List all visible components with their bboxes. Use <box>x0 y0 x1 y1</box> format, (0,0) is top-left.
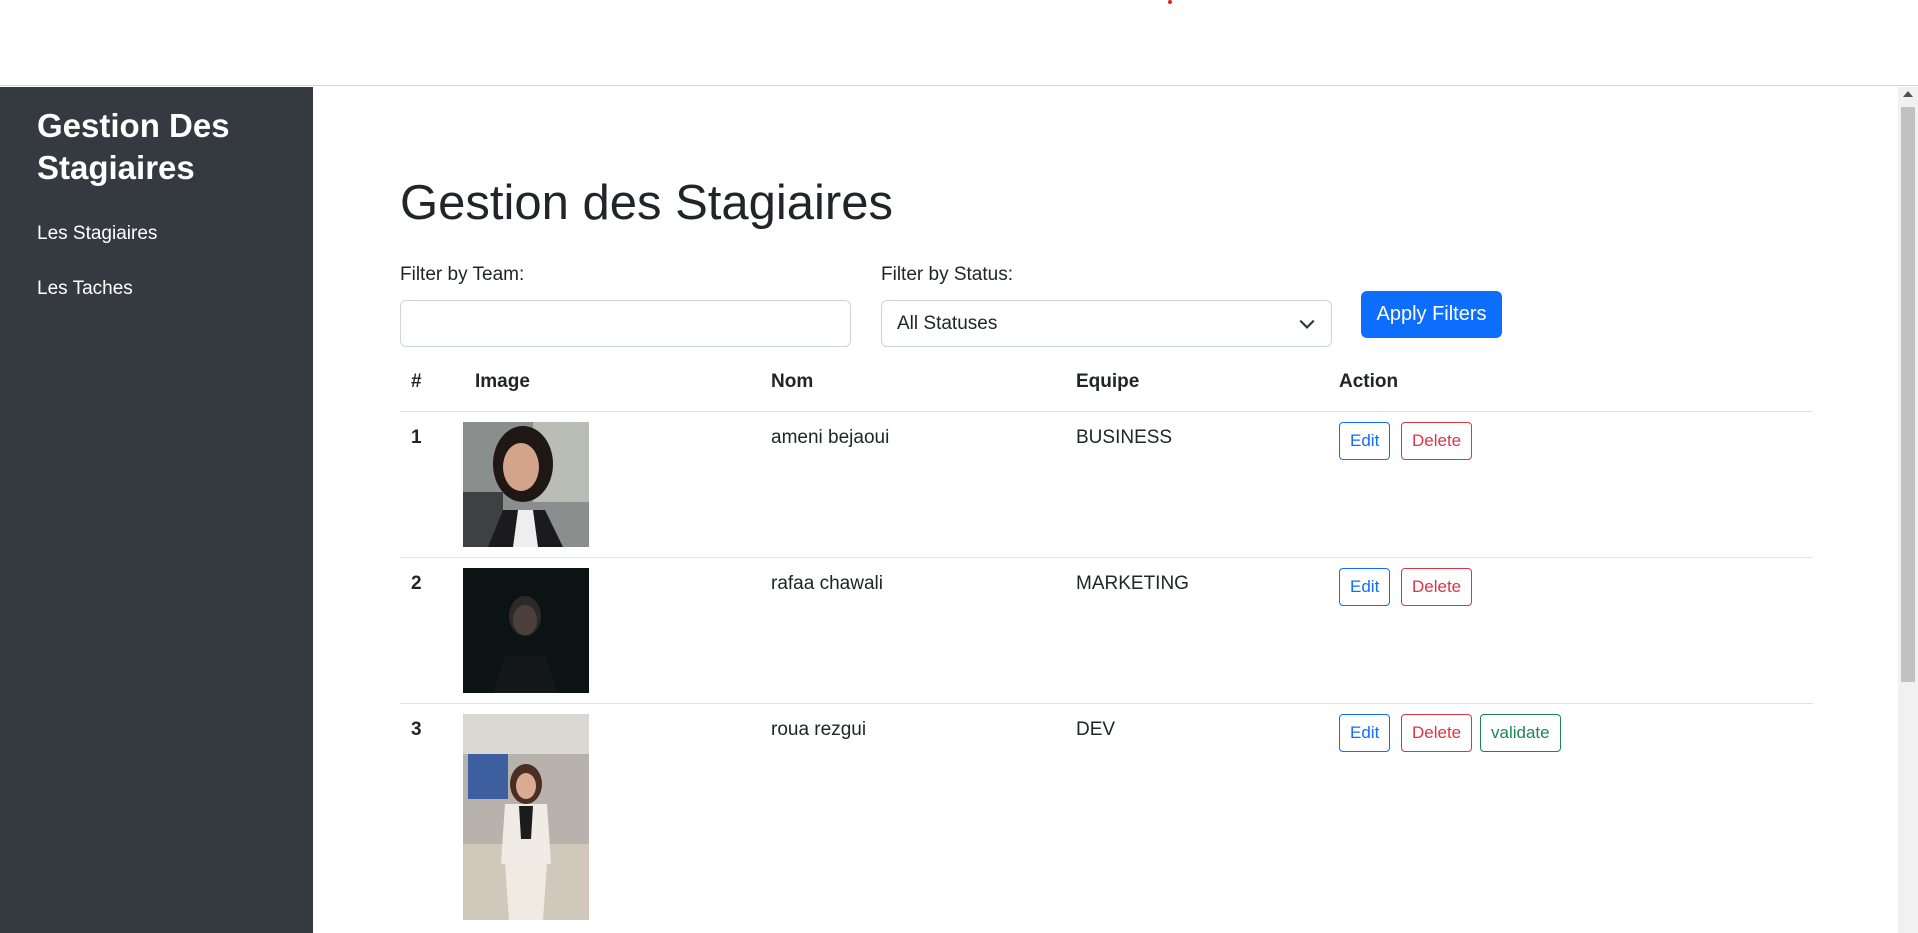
row-number: 3 <box>411 719 422 740</box>
stagiaire-nom: rafaa chawali <box>771 573 883 594</box>
row-number: 2 <box>411 573 422 594</box>
status-filter-select[interactable]: All Statuses <box>881 300 1332 347</box>
header-action: Action <box>1339 371 1399 392</box>
vertical-scrollbar[interactable] <box>1898 87 1918 933</box>
stagiaire-photo <box>463 568 589 693</box>
edit-button[interactable]: Edit <box>1339 422 1391 460</box>
header-equipe: Equipe <box>1076 371 1140 392</box>
header-divider <box>400 411 1813 412</box>
page-title: Gestion des Stagiaires <box>400 176 893 230</box>
delete-button[interactable]: Delete <box>1401 422 1473 460</box>
team-filter-label: Filter by Team: <box>400 264 525 285</box>
status-filter-value: All Statuses <box>897 312 998 334</box>
header-num: # <box>411 371 422 392</box>
stagiaire-equipe: BUSINESS <box>1076 427 1173 448</box>
sidebar-item-stagiaires[interactable]: Les Stagiaires <box>37 223 157 245</box>
stagiaire-photo <box>463 422 589 547</box>
indicator-dot <box>1168 0 1172 4</box>
edit-button[interactable]: Edit <box>1339 568 1391 606</box>
row-divider <box>400 703 1813 704</box>
header-nom: Nom <box>771 371 814 392</box>
chevron-down-icon <box>1299 319 1315 329</box>
validate-button[interactable]: validate <box>1480 714 1561 752</box>
row-divider <box>400 557 1813 558</box>
header-image: Image <box>475 371 530 392</box>
scrollbar-thumb[interactable] <box>1901 107 1915 682</box>
edit-button[interactable]: Edit <box>1339 714 1391 752</box>
sidebar-item-taches[interactable]: Les Taches <box>37 278 133 300</box>
stagiaire-equipe: MARKETING <box>1076 573 1189 594</box>
sidebar: Gestion Des Stagiaires Les Stagiaires Le… <box>0 87 313 933</box>
delete-button[interactable]: Delete <box>1401 714 1473 752</box>
stagiaire-nom: roua rezgui <box>771 719 867 740</box>
row-number: 1 <box>411 427 422 448</box>
stagiaire-equipe: DEV <box>1076 719 1116 740</box>
status-filter-label: Filter by Status: <box>881 264 1013 285</box>
stagiaire-photo <box>463 714 589 920</box>
apply-filters-button[interactable]: Apply Filters <box>1361 291 1502 338</box>
stagiaire-nom: ameni bejaoui <box>771 427 890 448</box>
sidebar-brand[interactable]: Gestion Des Stagiaires <box>37 105 297 189</box>
delete-button[interactable]: Delete <box>1401 568 1473 606</box>
main-content: Gestion des Stagiaires Filter by Team: F… <box>313 87 1898 933</box>
browser-top-area <box>0 0 1918 86</box>
scroll-up-arrow-icon[interactable] <box>1903 91 1913 97</box>
team-filter-input[interactable] <box>400 300 851 347</box>
